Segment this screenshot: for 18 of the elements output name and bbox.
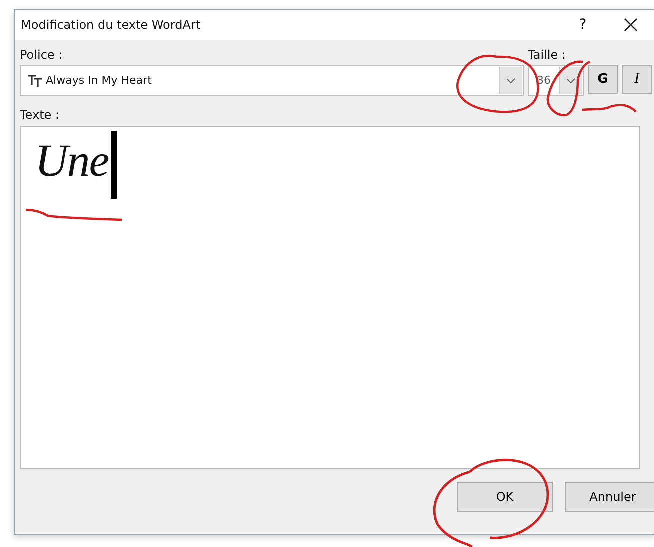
chevron-icon — [566, 78, 576, 84]
help-button[interactable]: ? — [561, 10, 605, 40]
chevron-icon — [506, 78, 516, 84]
cancel-button[interactable]: Annuler — [565, 482, 654, 512]
ok-button[interactable]: OK — [457, 482, 553, 512]
font-type-icon — [27, 74, 43, 86]
text-label: Texte : — [20, 108, 60, 124]
bold-button[interactable]: G — [588, 65, 618, 94]
font-dropdown[interactable]: Always In My Heart — [20, 65, 524, 96]
annotation-underline — [582, 104, 637, 113]
text-input-field[interactable]: Une — [20, 126, 640, 469]
wordart-text: Une — [35, 134, 109, 188]
text-cursor — [110, 131, 117, 199]
italic-button[interactable]: I — [622, 65, 652, 94]
window-title: Modification du texte WordArt — [20, 18, 202, 32]
close-icon — [624, 18, 638, 32]
size-label: Taille : — [528, 48, 566, 64]
font-label: Police : — [20, 48, 64, 64]
